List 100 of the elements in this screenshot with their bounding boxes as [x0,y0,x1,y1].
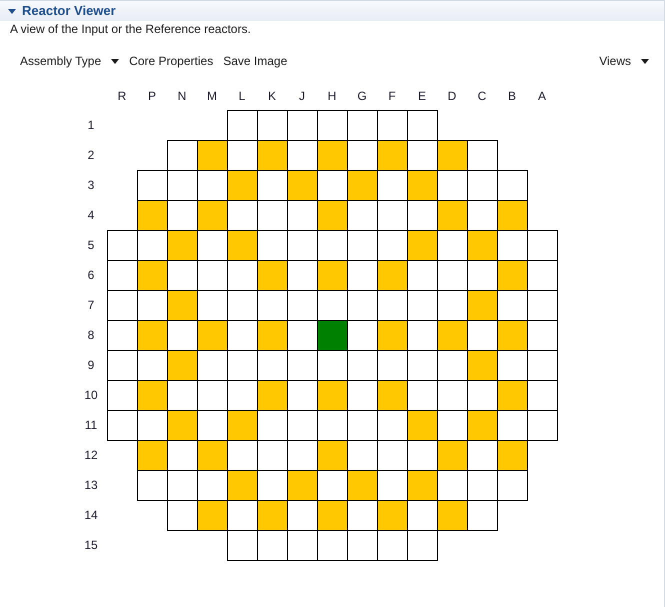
assembly-cell[interactable] [107,380,137,410]
assembly-cell[interactable] [227,380,257,410]
assembly-cell[interactable] [257,440,287,470]
assembly-cell[interactable] [467,230,497,260]
assembly-cell[interactable] [377,260,407,290]
assembly-cell[interactable] [497,290,527,320]
assembly-cell[interactable] [467,290,497,320]
assembly-cell[interactable] [137,350,167,380]
assembly-cell[interactable] [287,380,317,410]
assembly-cell[interactable] [407,290,437,320]
assembly-cell[interactable] [167,410,197,440]
assembly-cell[interactable] [347,320,377,350]
assembly-cell[interactable] [317,260,347,290]
assembly-cell[interactable] [317,230,347,260]
assembly-cell[interactable] [257,110,287,140]
assembly-cell[interactable] [167,200,197,230]
assembly-cell[interactable] [197,410,227,440]
assembly-cell[interactable] [347,470,377,500]
assembly-cell[interactable] [497,320,527,350]
dropdown-button[interactable]: Views [595,51,653,71]
assembly-cell[interactable] [317,200,347,230]
assembly-cell[interactable] [437,140,467,170]
assembly-cell[interactable] [227,200,257,230]
assembly-cell[interactable] [137,230,167,260]
assembly-cell[interactable] [467,170,497,200]
assembly-cell[interactable] [257,140,287,170]
assembly-cell[interactable] [407,140,437,170]
assembly-cell[interactable] [377,140,407,170]
assembly-cell[interactable] [347,500,377,530]
assembly-cell[interactable] [497,380,527,410]
assembly-cell[interactable] [317,380,347,410]
assembly-cell[interactable] [497,350,527,380]
assembly-cell[interactable] [317,470,347,500]
assembly-cell[interactable] [467,500,498,531]
assembly-cell[interactable] [377,470,407,500]
assembly-cell[interactable] [377,380,407,410]
assembly-cell[interactable] [167,290,197,320]
assembly-cell[interactable] [227,530,257,561]
assembly-cell[interactable] [407,500,437,530]
assembly-cell[interactable] [377,410,407,440]
assembly-cell[interactable] [527,260,558,290]
assembly-cell[interactable] [257,410,287,440]
assembly-cell[interactable] [227,290,257,320]
assembly-cell[interactable] [287,410,317,440]
assembly-cell[interactable] [227,170,257,200]
assembly-cell[interactable] [257,290,287,320]
assembly-cell[interactable] [347,350,377,380]
assembly-cell[interactable] [377,110,407,140]
assembly-cell[interactable] [467,410,497,440]
assembly-cell[interactable] [287,350,317,380]
assembly-cell[interactable] [287,530,317,561]
assembly-cell[interactable] [407,260,437,290]
assembly-cell[interactable] [437,260,467,290]
assembly-cell[interactable] [287,470,317,500]
assembly-cell[interactable] [407,470,437,500]
assembly-cell[interactable] [227,440,257,470]
assembly-cell[interactable] [377,230,407,260]
assembly-cell[interactable] [437,350,467,380]
assembly-cell[interactable] [407,230,437,260]
assembly-cell[interactable] [467,200,497,230]
assembly-cell[interactable] [107,260,137,290]
assembly-cell[interactable] [287,110,317,140]
assembly-cell[interactable] [437,410,467,440]
assembly-cell[interactable] [527,410,558,441]
assembly-cell[interactable] [287,290,317,320]
assembly-cell[interactable] [197,320,227,350]
assembly-cell[interactable] [167,380,197,410]
assembly-cell[interactable] [377,530,407,561]
assembly-cell[interactable] [467,320,497,350]
assembly-cell[interactable] [287,320,317,350]
assembly-cell[interactable] [137,170,167,200]
assembly-cell[interactable] [407,110,438,140]
assembly-cell[interactable] [287,200,317,230]
assembly-cell[interactable] [317,290,347,320]
assembly-cell[interactable] [167,470,197,500]
assembly-cell[interactable] [197,140,227,170]
assembly-cell[interactable] [287,140,317,170]
assembly-cell[interactable] [497,260,527,290]
assembly-cell[interactable] [347,140,377,170]
assembly-cell[interactable] [497,170,528,200]
assembly-cell[interactable] [137,380,167,410]
assembly-cell[interactable] [317,440,347,470]
assembly-cell[interactable] [197,380,227,410]
assembly-cell[interactable] [467,470,497,500]
assembly-cell[interactable] [137,260,167,290]
assembly-cell[interactable] [257,500,287,530]
assembly-cell[interactable] [407,170,437,200]
assembly-cell[interactable] [257,530,287,561]
assembly-cell[interactable] [377,440,407,470]
assembly-cell[interactable] [407,530,438,561]
assembly-cell[interactable] [347,530,377,561]
assembly-cell[interactable] [167,440,197,470]
assembly-cell[interactable] [407,380,437,410]
assembly-cell[interactable] [407,410,437,440]
assembly-cell[interactable] [497,200,528,230]
assembly-cell[interactable] [167,140,197,170]
assembly-cell[interactable] [197,170,227,200]
assembly-cell[interactable] [227,140,257,170]
assembly-cell[interactable] [227,320,257,350]
assembly-cell[interactable] [347,230,377,260]
